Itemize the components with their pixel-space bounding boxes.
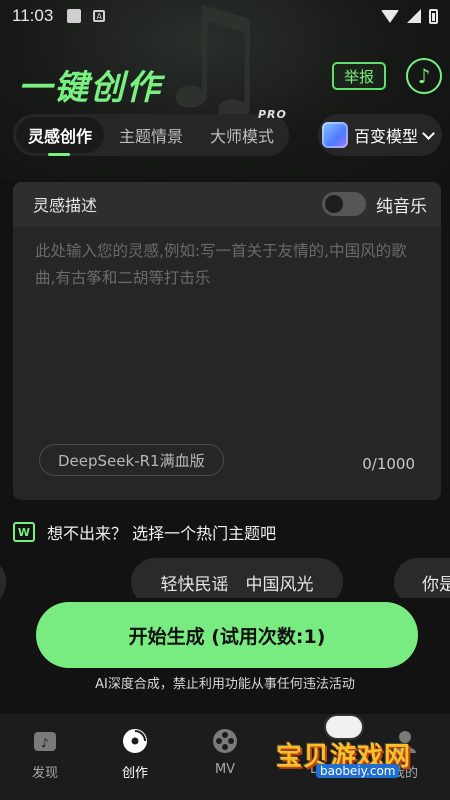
tab-master-mode[interactable]: 大师模式	[198, 117, 286, 153]
disc-icon	[120, 726, 150, 756]
site-watermark: 宝贝游戏网 baobeiy.com	[276, 712, 450, 792]
hint-text: 想不出来？ 选择一个热门主题吧	[47, 524, 277, 543]
music-note-icon[interactable]: ♪	[406, 58, 442, 94]
inspiration-input[interactable]	[35, 238, 425, 438]
tab-theme-scene[interactable]: 主题情景	[104, 117, 198, 153]
nav-item-discover[interactable]: ♪ 发现	[0, 714, 90, 800]
cube-icon	[322, 122, 348, 148]
generate-button[interactable]: 开始生成 (试用次数:1)	[36, 602, 418, 668]
active-tab-indicator	[48, 153, 70, 156]
card-header: 灵感描述 纯音乐	[13, 182, 441, 226]
pure-music-label: 纯音乐	[376, 196, 427, 217]
status-bar: 11:03 A	[0, 0, 450, 32]
svg-text:♪: ♪	[41, 736, 49, 750]
model-selector-label: 百变模型	[354, 127, 419, 146]
topic-hint: W 想不出来？ 选择一个热门主题吧	[13, 520, 276, 544]
nav-item-mv[interactable]: MV	[180, 714, 270, 800]
inspiration-card: 灵感描述 纯音乐 DeepSeek-R1满血版 0/1000	[13, 182, 441, 500]
character-counter: 0/1000	[362, 455, 415, 473]
battery-icon	[429, 8, 438, 24]
status-time: 11:03	[12, 6, 54, 25]
model-selector-button[interactable]: 百变模型	[318, 114, 442, 156]
hint-icon: W	[13, 522, 35, 542]
film-reel-icon	[210, 726, 240, 756]
card-title: 灵感描述	[33, 196, 98, 215]
deepseek-model-chip[interactable]: DeepSeek-R1满血版	[39, 444, 224, 476]
disclaimer-text: AI深度合成，禁止利用功能从事任何违法活动	[95, 677, 355, 692]
signal-icon	[407, 9, 421, 23]
topic-chip[interactable]: 你是	[394, 558, 450, 598]
topic-chips: 轻快民谣 中国风光 你是	[0, 558, 450, 598]
tab-inspiration[interactable]: 灵感创作	[16, 117, 104, 153]
chevron-down-icon	[422, 126, 435, 140]
notification-icon	[67, 9, 82, 23]
topic-chip[interactable]	[0, 558, 6, 598]
nav-item-create[interactable]: 创作	[90, 714, 180, 800]
page-title: 一键创作	[18, 68, 162, 108]
report-button[interactable]: 举报	[332, 62, 386, 90]
wifi-icon	[381, 9, 399, 23]
discover-icon: ♪	[30, 726, 60, 756]
pure-music-toggle[interactable]	[322, 192, 366, 216]
pure-music-toggle-group: 纯音乐	[322, 192, 427, 217]
nav-label: MV	[214, 762, 236, 777]
app-notification-icon: A	[93, 10, 106, 22]
mode-tabs: 灵感创作 主题情景 大师模式	[13, 114, 289, 156]
nav-label: 创作	[121, 766, 148, 781]
nav-label: 发现	[31, 766, 58, 781]
pro-badge: PRO	[258, 108, 287, 121]
watermark-url: baobeiy.com	[316, 764, 400, 778]
topic-chip[interactable]: 轻快民谣 中国风光	[131, 558, 343, 598]
